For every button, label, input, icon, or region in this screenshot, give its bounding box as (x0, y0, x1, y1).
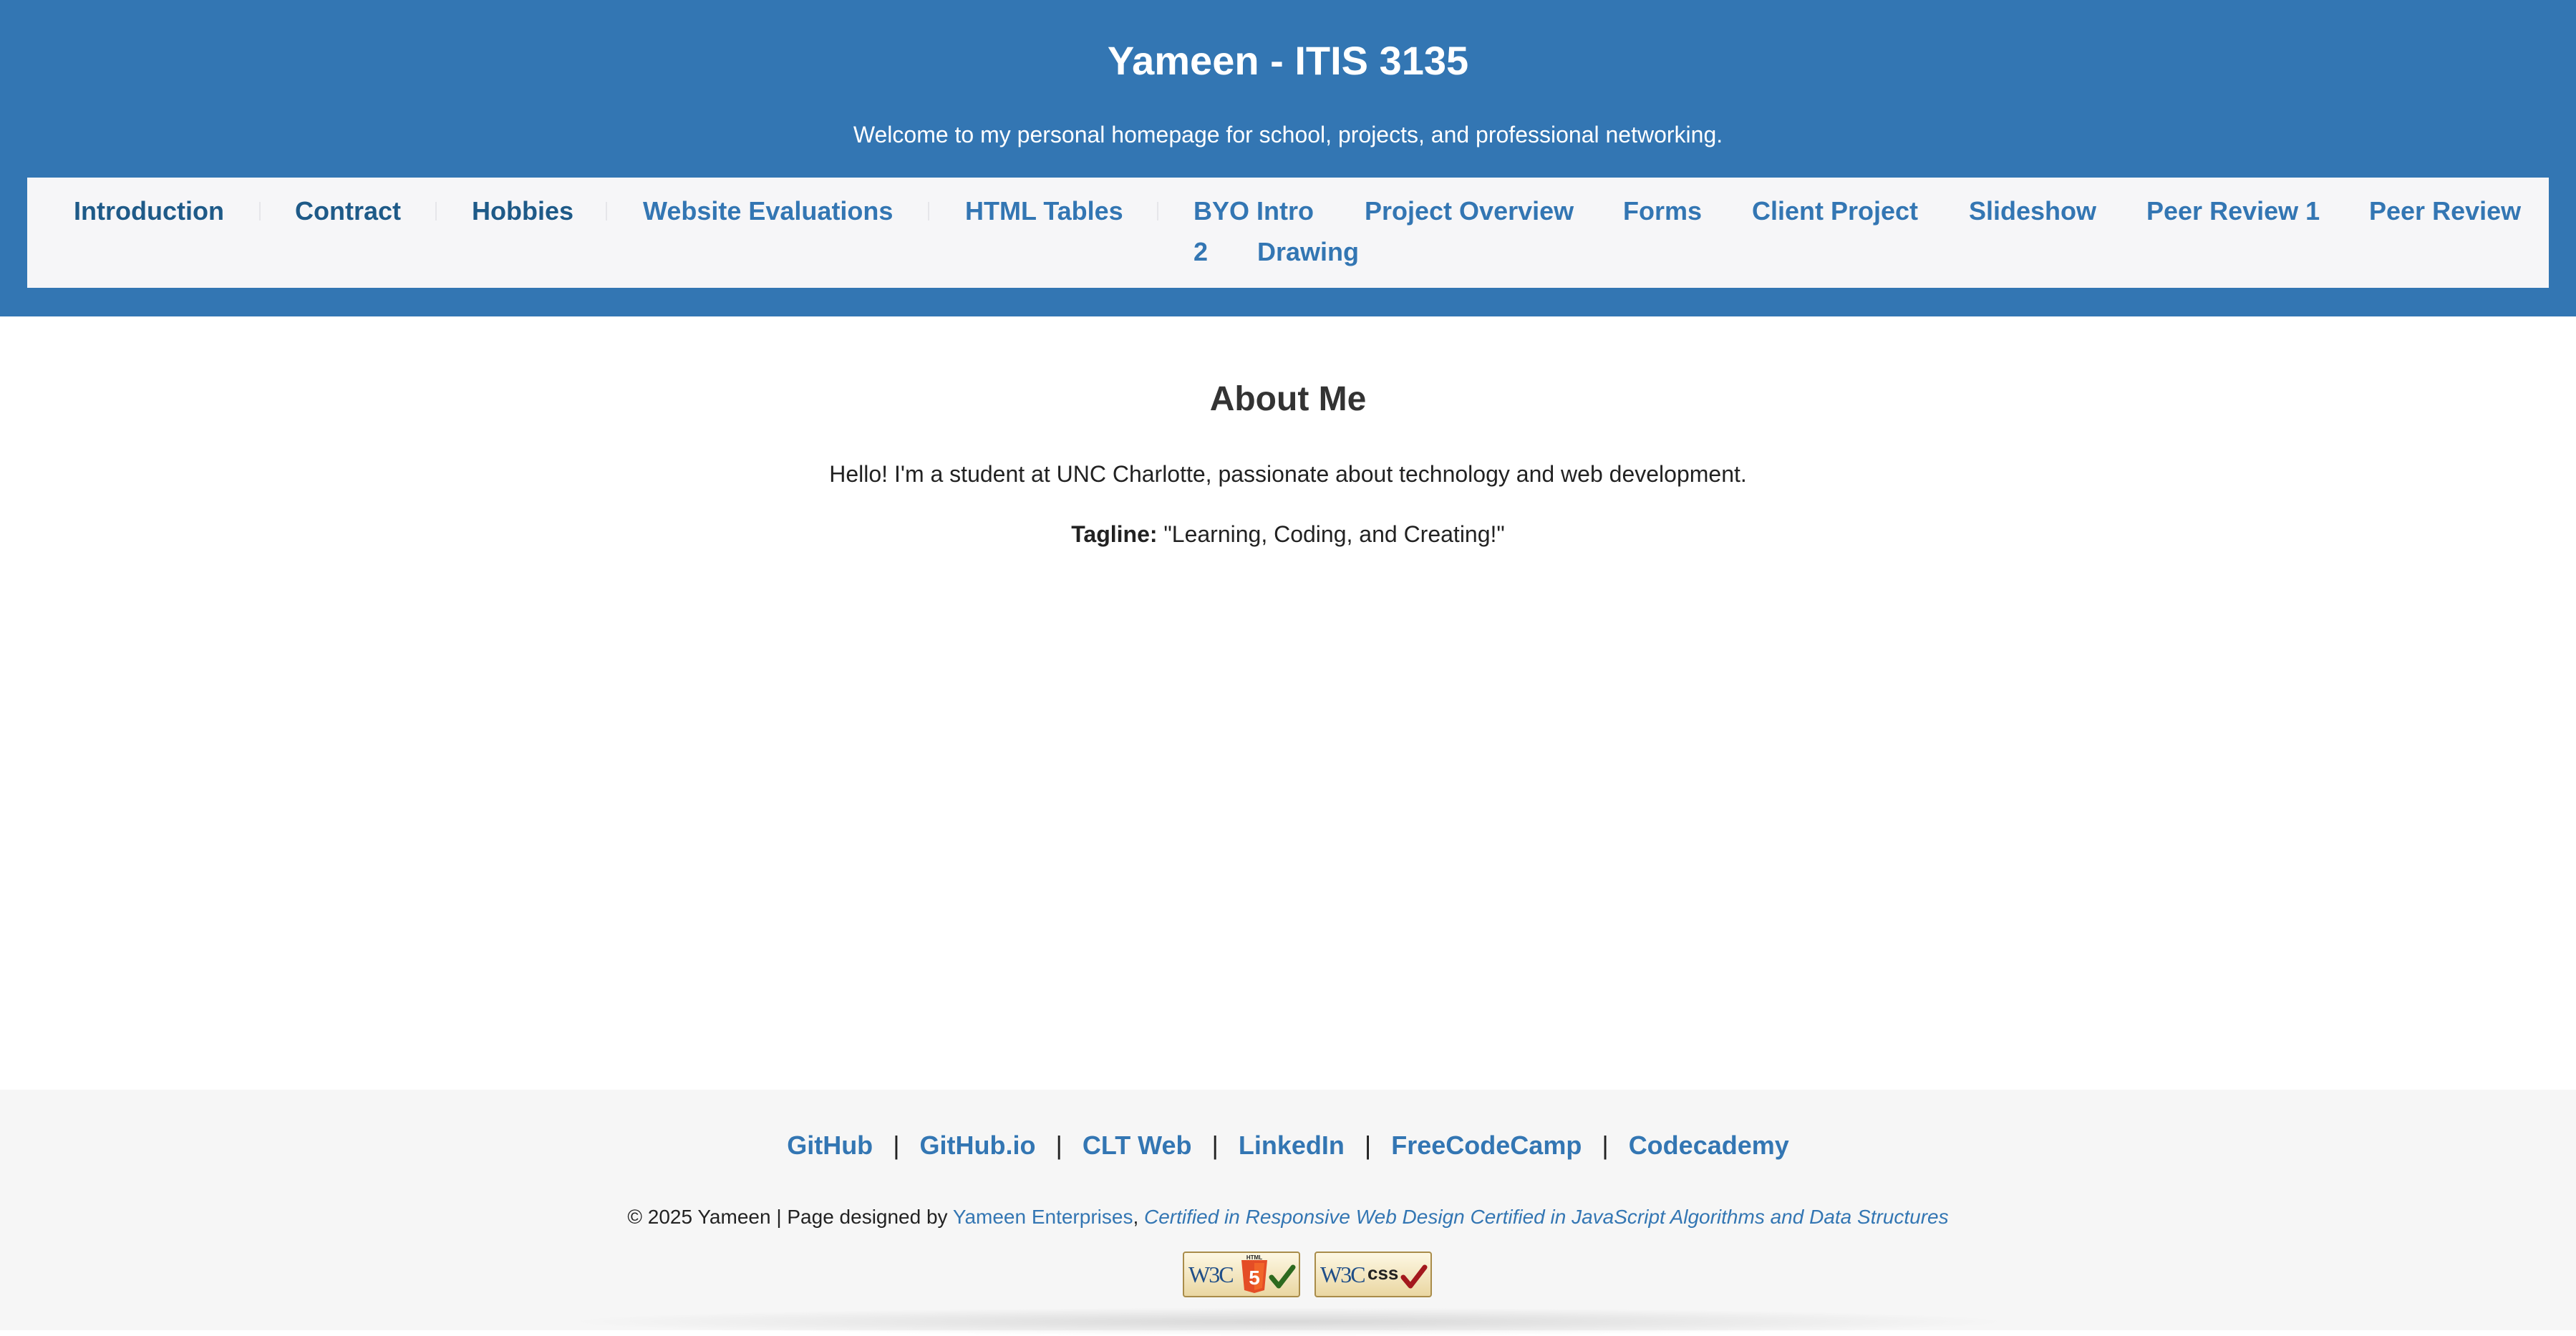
nav-link-peer-review-2[interactable]: Peer Review (2369, 195, 2521, 227)
svg-text:5: 5 (1249, 1267, 1260, 1289)
footer-separator: | (1602, 1131, 1609, 1160)
about-heading: About Me (1209, 380, 1367, 418)
footer-separator: | (1211, 1131, 1219, 1160)
nav-separator (606, 202, 607, 221)
nav-link-drawing[interactable]: Drawing (1257, 236, 1359, 268)
site-subtitle: Welcome to my personal homepage for scho… (853, 122, 1723, 147)
page-bottom-shadow (558, 1307, 2019, 1336)
nav-link-contract[interactable]: Contract (295, 195, 401, 227)
nav-link-slideshow[interactable]: Slideshow (1969, 195, 2096, 227)
nav-link-client-project[interactable]: Client Project (1752, 195, 1918, 227)
nav-link-peer-review-1[interactable]: Peer Review 1 (2146, 195, 2320, 227)
tagline: Tagline: "Learning, Coding, and Creating… (0, 520, 2576, 548)
nav-link-website-evaluations[interactable]: Website Evaluations (643, 195, 893, 227)
svg-text:HTML: HTML (1246, 1254, 1262, 1261)
nav-link-forms[interactable]: Forms (1623, 195, 1702, 227)
main-nav (27, 178, 2549, 288)
footer-link-codecademy[interactable]: Codecademy (1629, 1131, 1789, 1160)
checkmark-icon (1400, 1264, 1428, 1289)
nav-link-peer-review-2-number[interactable]: 2 (1193, 236, 1208, 268)
footer-link-clt-web[interactable]: CLT Web (1083, 1131, 1192, 1160)
html5-validator-badge[interactable]: W3C HTML 5 (1183, 1252, 1300, 1297)
nav-link-introduction[interactable]: Introduction (74, 195, 224, 227)
css-validator-badge[interactable]: W3C css (1314, 1252, 1432, 1297)
footer-link-github-io[interactable]: GitHub.io (920, 1131, 1036, 1160)
footer-separator: | (893, 1131, 900, 1160)
nav-separator (1157, 202, 1158, 221)
nav-link-byo-intro[interactable]: BYO Intro (1193, 195, 1314, 227)
footer-separator: | (1364, 1131, 1372, 1160)
footer-links: GitHub | GitHub.io | CLT Web | LinkedIn | FreeCo… (0, 1130, 2576, 1161)
site-title: Yameen - ITIS 3135 (1107, 38, 1469, 83)
tagline-text: "Learning, Coding, and Creating!" (1163, 521, 1505, 547)
footer-link-freecodecamp[interactable]: FreeCodeCamp (1391, 1131, 1582, 1160)
tagline-label: Tagline: (1071, 521, 1158, 547)
footer-copyright: © 2025 Yameen | Page designed by Yameen … (0, 1204, 2576, 1230)
copyright-comma: , (1133, 1206, 1139, 1228)
nav-separator (928, 202, 929, 221)
footer-separator: | (1055, 1131, 1062, 1160)
footer-link-github[interactable]: GitHub (787, 1131, 873, 1160)
about-intro: Hello! I'm a student at UNC Charlotte, p… (829, 461, 1747, 487)
nav-link-html-tables[interactable]: HTML Tables (965, 195, 1123, 227)
html5-icon: HTML 5 (1241, 1254, 1296, 1293)
nav-link-hobbies[interactable]: Hobbies (472, 195, 573, 227)
validator-badges: W3C HTML 5 W3C css (1183, 1252, 1440, 1299)
copyright-text: © 2025 Yameen | Page designed by (627, 1206, 948, 1228)
nav-link-project-overview[interactable]: Project Overview (1365, 195, 1574, 227)
nav-separator (435, 202, 437, 221)
footer-link-linkedin[interactable]: LinkedIn (1239, 1131, 1345, 1160)
site-header: Yameen - ITIS 3135 Welcome to my persona… (0, 0, 2576, 316)
nav-separator (259, 202, 261, 221)
certifications-text: Certified in Responsive Web Design Certi… (1144, 1206, 1949, 1228)
designer-link[interactable]: Yameen Enterprises (953, 1206, 1133, 1228)
